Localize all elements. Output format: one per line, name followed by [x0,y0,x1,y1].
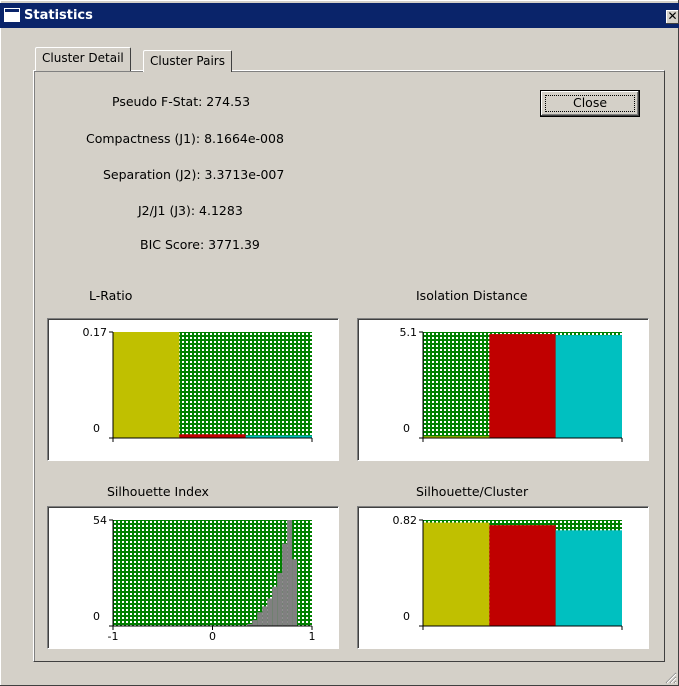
bar-2 [489,334,556,438]
hist-bin-10 [292,559,298,626]
isolation-distance-chart: 5.1 0 [357,318,649,461]
bar-2 [179,434,246,438]
window-icon [4,8,20,22]
y-tick-label-max: 5.1 [400,326,418,339]
silhouette-cluster-plot: 0.82 0 [393,514,623,630]
hist-bin-4 [262,606,268,626]
bic-score: BIC Score: 3771.39 [140,237,260,252]
chart-title-l-ratio: L-Ratio [89,288,133,303]
close-button-label: Close [572,95,608,110]
y-tick-label-min: 0 [403,422,410,435]
x-tick-label-3: 1 [309,630,316,643]
isolation-distance-plot: 5.10 [400,326,623,442]
silhouette-index-chart: 54 0 -1 0 1 [47,506,339,649]
j3-stat: J2/J1 (J3): 4.1283 [138,203,243,218]
bar-1 [423,522,490,626]
bar-1 [113,332,180,438]
l-ratio-chart: 0.17 0 [47,318,339,461]
statistics-window: Statistics ✕ Cluster Detail Cluster Pair… [0,0,679,686]
y-tick-label-min: 0 [93,610,100,623]
tab-cluster-detail[interactable]: Cluster Detail [35,47,131,71]
hist-bin-2 [252,620,258,626]
y-tick-label-max: 0.82 [393,514,418,527]
y-tick-label-min: 0 [403,610,410,623]
chart-title-silhouette-index: Silhouette Index [107,484,209,499]
close-icon[interactable]: ✕ [666,10,679,24]
hist-bin-6 [272,586,278,626]
resize-grip-icon[interactable] [665,672,677,684]
window-title: Statistics [24,8,93,23]
y-tick-label-max: 0.17 [83,326,108,339]
bar-3 [555,530,622,626]
hist-bin-5 [267,598,273,626]
compactness-stat: Compactness (J1): 8.1664e-008 [86,131,284,146]
chart-title-silhouette-cluster: Silhouette/Cluster [416,484,529,499]
title-bar[interactable]: Statistics ✕ [0,3,679,28]
hist-bin-8 [282,543,288,626]
close-button[interactable]: Close [540,90,640,117]
hist-bin-7 [277,573,283,626]
y-tick-label-max: 54 [93,514,107,527]
bar-3 [555,335,622,438]
bar-2 [489,525,556,626]
x-tick-label-2: 0 [209,630,216,643]
tab-cluster-pairs[interactable]: Cluster Pairs [143,50,232,72]
chart-title-isolation-distance: Isolation Distance [416,288,528,303]
hist-bin-3 [257,612,263,626]
x-tick-label-1: -1 [108,630,119,643]
silhouette-index-plot: 54 0 -1 0 1 [93,514,316,643]
y-tick-label-min: 0 [93,422,100,435]
separation-stat: Separation (J2): 3.3713e-007 [103,167,285,182]
hist-bin-9 [287,520,293,626]
l-ratio-plot: 0.17 0 [83,326,313,442]
pseudo-f-stat: Pseudo F-Stat: 274.53 [112,94,251,109]
silhouette-cluster-chart: 0.82 0 [357,506,649,649]
